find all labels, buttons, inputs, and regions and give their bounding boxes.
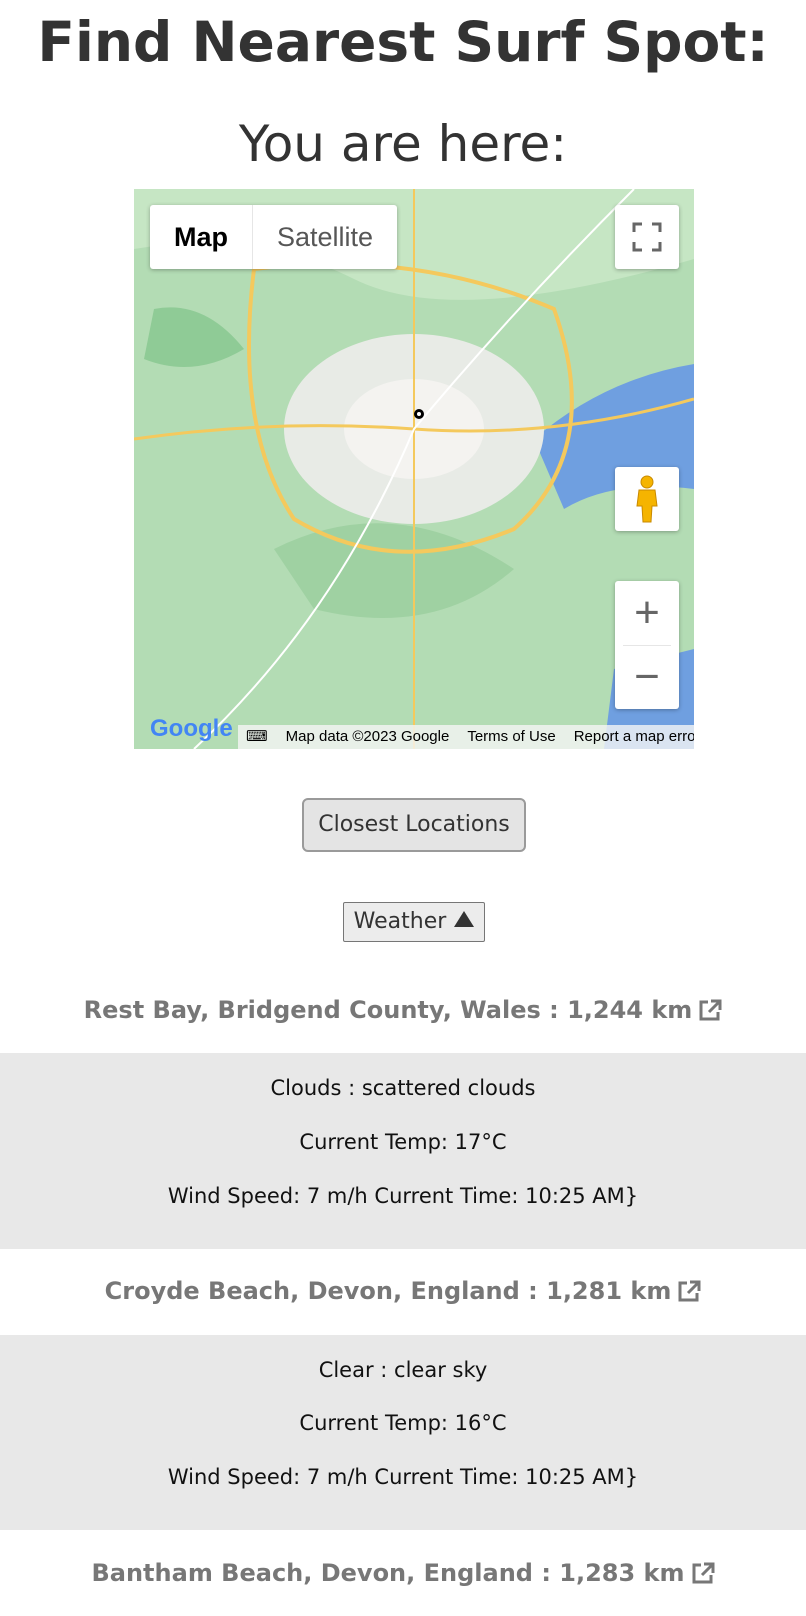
location-item[interactable]: Rest Bay, Bridgend County, Wales : 1,244… — [0, 993, 806, 1030]
weather-temp: Current Temp: 17°C — [299, 1130, 507, 1154]
terms-of-use-link[interactable]: Terms of Use — [467, 725, 555, 749]
external-link-icon[interactable] — [691, 1559, 715, 1593]
location-name: Rest Bay, Bridgend County, Wales : 1,244… — [83, 996, 693, 1024]
weather-temp: Current Temp: 16°C — [299, 1411, 507, 1435]
google-logo: Google — [150, 715, 233, 742]
weather-panel: Clear : clear sky Current Temp: 16°C Win… — [0, 1335, 806, 1530]
map-tiles — [134, 189, 694, 749]
closest-locations-button[interactable]: Closest Locations — [302, 798, 526, 852]
weather-toggle-button[interactable]: Weather — [343, 902, 485, 942]
map-attribution: ⌨ Map data ©2023 Google Terms of Use Rep… — [238, 725, 694, 749]
keyboard-icon[interactable]: ⌨ — [246, 725, 268, 749]
map-type-control: Map Satellite — [150, 205, 398, 269]
map-data-label: Map data ©2023 Google — [285, 728, 450, 745]
weather-clouds: Clear : clear sky — [318, 1358, 488, 1382]
zoom-control: + − — [615, 581, 679, 709]
page-subtitle: You are here: — [238, 115, 568, 173]
pegman-icon — [636, 475, 658, 523]
page-title: Find Nearest Surf Spot: — [37, 10, 769, 74]
weather-panel: Clouds : scattered clouds Current Temp: … — [0, 1053, 806, 1249]
weather-clouds: Clouds : scattered clouds — [270, 1076, 536, 1100]
fullscreen-button[interactable] — [615, 205, 679, 269]
report-map-error-link[interactable]: Report a map error — [574, 725, 694, 749]
location-name: Croyde Beach, Devon, England : 1,281 km — [104, 1277, 672, 1305]
zoom-out-icon[interactable]: − — [615, 646, 679, 710]
weather-button-label: Weather — [353, 909, 447, 934]
weather-wind: Wind Speed: 7 m/h Current Time: 10:25 AM… — [167, 1465, 639, 1489]
street-view-pegman-button[interactable] — [615, 467, 679, 531]
location-map[interactable]: Map Satellite + − Google ⌨ Map data ©202… — [134, 189, 694, 749]
location-item[interactable]: Croyde Beach, Devon, England : 1,281 km — [0, 1274, 806, 1311]
map-type-map-button[interactable]: Map — [150, 205, 253, 269]
external-link-icon[interactable] — [698, 996, 722, 1030]
location-item[interactable]: Bantham Beach, Devon, England : 1,283 km — [0, 1556, 806, 1593]
map-type-satellite-button[interactable]: Satellite — [253, 205, 397, 269]
fullscreen-icon — [632, 222, 662, 252]
triangle-up-icon — [454, 911, 475, 927]
weather-wind: Wind Speed: 7 m/h Current Time: 10:25 AM… — [167, 1184, 639, 1208]
location-name: Bantham Beach, Devon, England : 1,283 km — [91, 1559, 685, 1587]
zoom-in-icon[interactable]: + — [615, 581, 679, 645]
external-link-icon[interactable] — [677, 1277, 701, 1311]
